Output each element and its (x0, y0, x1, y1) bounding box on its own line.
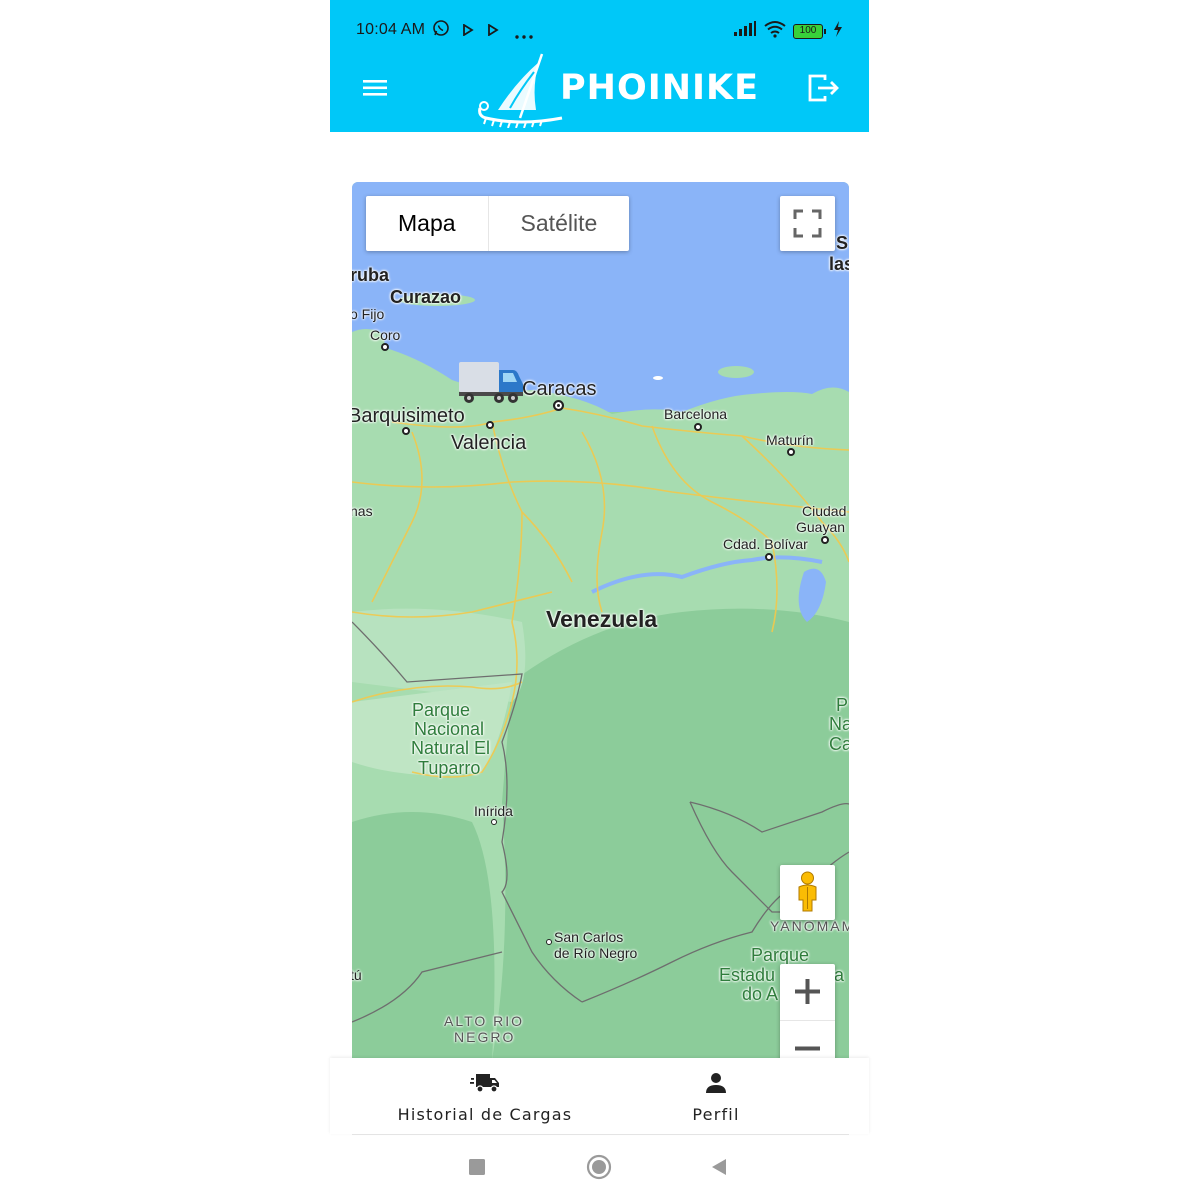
nav-historial-de-cargas[interactable]: Historial de Cargas (392, 1072, 578, 1124)
map-dot-barquisimeto (402, 427, 410, 435)
status-bar: 10:04 AM 100 (330, 0, 869, 60)
map-label-caracas: Caracas (522, 378, 597, 400)
map-dot-inirida (491, 819, 497, 825)
map-label-yanomami: YANOMAM (770, 918, 849, 934)
map-dot-coro (381, 343, 389, 351)
map-dot-valencia (486, 421, 494, 429)
charging-icon (833, 21, 843, 42)
map-label-barcelona: Barcelona (664, 406, 728, 422)
brand-title: PHOINIKE (560, 68, 760, 108)
square-recents-icon[interactable] (468, 1158, 486, 1181)
map-label-aruba: ruba (352, 265, 390, 285)
truck-icon (470, 1074, 499, 1093)
pegman-icon[interactable] (780, 865, 835, 920)
nav-historial-label: Historial de Cargas (397, 1105, 573, 1124)
ship-logo-icon (478, 53, 563, 129)
wifi-icon (763, 20, 787, 43)
map-dot-cdad-bolivar (765, 553, 773, 561)
map-label-inirida: Inírida (474, 803, 513, 819)
map-label-parque-tuparro-2: Nacional (414, 719, 485, 739)
map-label-parque-tuparro-4: Tuparro (418, 758, 481, 778)
person-icon (706, 1073, 726, 1093)
map-type-control: Mapa Satélite (366, 196, 630, 251)
whatsapp-icon (432, 19, 450, 42)
map-label-valencia: Valencia (451, 432, 527, 454)
battery-icon: 100 (793, 24, 826, 39)
nav-perfil[interactable]: Perfil (660, 1072, 772, 1124)
zoom-in-icon[interactable] (780, 964, 835, 1019)
map-label-edge-a: a (834, 965, 845, 985)
map-view[interactable]: ruba Curazao o Fijo Coro Caracas Barquis… (352, 182, 849, 1060)
map-label-alto-rio-1: ALTO RIO (444, 1013, 525, 1029)
signal-icon (733, 21, 757, 42)
zoom-control (780, 964, 835, 1060)
map-label-ciudad-guayana-1: Ciudad (802, 503, 847, 519)
map-label-edge-las: las (829, 254, 849, 274)
map-label-san-carlos-1: San Carlos (554, 929, 624, 945)
truck-marker-icon[interactable] (457, 358, 525, 406)
map-label-edge-ca: Ca (829, 734, 849, 754)
map-label-cdad-bolivar: Cdad. Bolívar (723, 536, 808, 552)
map-type-map-button[interactable]: Mapa (366, 196, 489, 251)
map-dot-barcelona (694, 423, 702, 431)
map-label-edge-p: P (836, 695, 849, 715)
map-label-coro: Coro (370, 327, 401, 343)
status-time: 10:04 AM (356, 21, 426, 38)
map-label-parque-tuparro-3: Natural El (411, 738, 491, 758)
logout-icon[interactable] (805, 72, 841, 104)
map-label-edge-na: Na (829, 714, 849, 734)
brand-logo: PHOINIKE (476, 52, 758, 129)
map-label-fijo: o Fijo (352, 306, 385, 322)
map-type-satellite-button[interactable]: Satélite (489, 196, 630, 251)
map-label-ciudad-guayana-2: Guayan (796, 519, 846, 535)
nav-divider (352, 1134, 849, 1135)
map-dot-maturin (787, 448, 795, 456)
play-icon (462, 23, 474, 41)
map-dot-ciudad-guayana (821, 536, 829, 544)
map-label-parque-estadual-3: do A (742, 984, 779, 1004)
map-dot-san-carlos (546, 939, 552, 945)
phone-screen: 10:04 AM 100 PHOINIKE ruba Curazao o Fij… (330, 0, 870, 1200)
system-navigation (330, 1140, 869, 1200)
map-dot-caracas (553, 400, 564, 411)
map-label-san-carlos-2: de Río Negro (554, 945, 638, 961)
triangle-back-icon[interactable] (710, 1158, 728, 1181)
hamburger-menu-icon[interactable] (360, 74, 392, 102)
map-label-parque-estadual-1: Parque (751, 945, 810, 965)
bottom-navigation: Historial de Cargas Perfil (330, 1058, 869, 1134)
map-label-parque-tuparro-1: Parque (412, 700, 471, 720)
map-label-parque-estadual-2: Estadu (719, 965, 776, 985)
map-label-barquisimeto: Barquisimeto (352, 405, 465, 427)
play-icon (487, 23, 499, 41)
map-label-venezuela: Venezuela (546, 606, 658, 632)
map-label-curazao: Curazao (390, 287, 462, 307)
map-label-edge-s: S (836, 233, 849, 253)
map-label-alto-rio-2: NEGRO (454, 1029, 516, 1045)
map-label-edge-tu: tú (352, 967, 362, 983)
circle-home-icon[interactable] (586, 1154, 612, 1185)
zoom-out-icon[interactable] (780, 1020, 835, 1060)
fullscreen-icon[interactable] (780, 196, 835, 251)
nav-perfil-label: Perfil (692, 1105, 740, 1124)
app-bar: 10:04 AM 100 PHOINIKE (330, 0, 869, 132)
more-dots-icon (514, 27, 534, 45)
map-label-nas: nas (352, 503, 373, 519)
map-label-maturin: Maturín (766, 432, 814, 448)
